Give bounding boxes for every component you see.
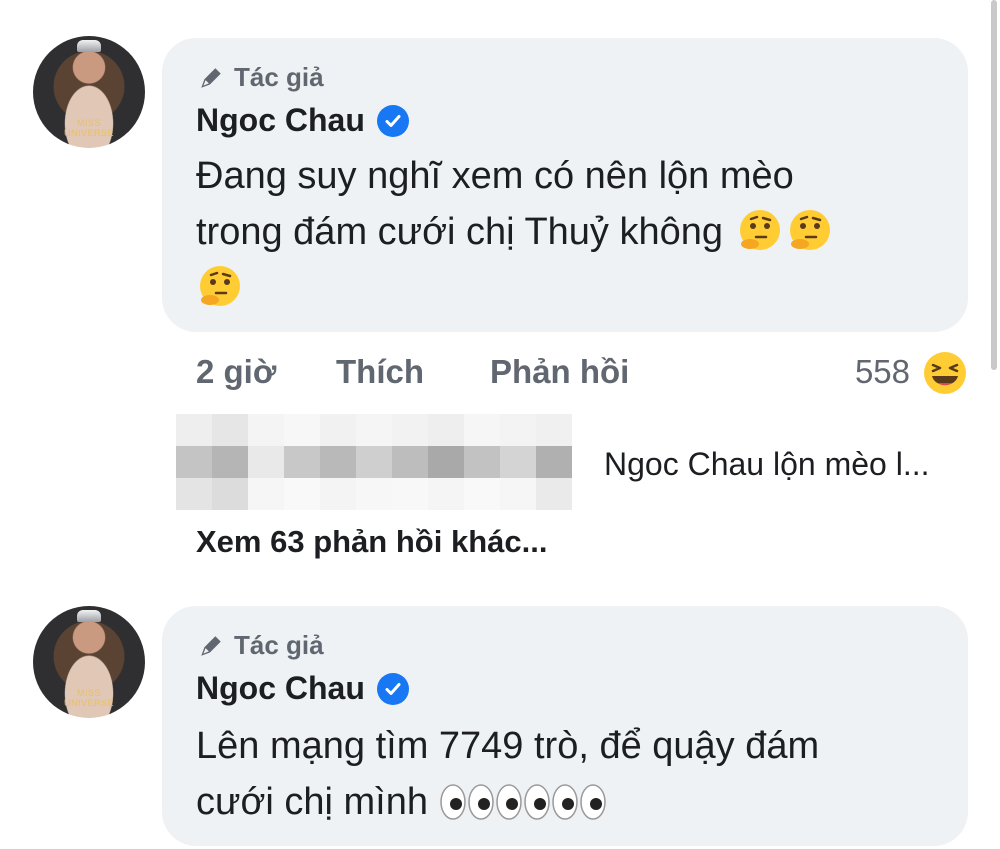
comment-actions: 2 giờ Thích Phản hồi 558 [196, 350, 968, 400]
comment-text-line [196, 260, 936, 316]
comment-text-line: cưới chị mình [196, 774, 936, 830]
comment-text-fragment: cưới chị mình [196, 781, 428, 823]
thinking-face-icon [789, 210, 830, 250]
reply-button[interactable]: Phản hồi [490, 353, 629, 391]
author-avatar[interactable]: MISS UNIVERSE [33, 606, 145, 718]
like-button[interactable]: Thích [336, 353, 424, 391]
pencil-icon [201, 67, 221, 88]
crown-icon [77, 40, 101, 52]
comment-bubble: Tác giả Ngoc Chau Đang suy nghĩ xem có n… [162, 38, 968, 332]
avatar-watermark: MISS UNIVERSE [63, 118, 114, 138]
reply-preview-text[interactable]: Ngoc Chau lộn mèo l... [604, 446, 930, 483]
comment-author[interactable]: Ngoc Chau [196, 670, 409, 707]
eyes-icon [495, 781, 551, 823]
author-badge: Tác giả [198, 630, 324, 661]
author-badge-label: Tác giả [234, 630, 324, 660]
scrollbar[interactable] [991, 0, 997, 370]
avatar-watermark: MISS UNIVERSE [63, 688, 114, 708]
comment-bubble: Tác giả Ngoc Chau Lên mạng tìm 7749 trò,… [162, 606, 968, 846]
blurred-reply-author [176, 414, 596, 510]
comment-text-line: trong đám cưới chị Thuỷ không [196, 204, 936, 260]
verified-badge-icon [376, 672, 409, 705]
author-avatar[interactable]: MISS UNIVERSE [33, 36, 145, 148]
haha-face-icon[interactable] [922, 350, 968, 396]
reaction-count[interactable]: 558 [855, 353, 910, 391]
comment-text: Đang suy nghĩ xem có nên lộn mèo trong đ… [196, 148, 936, 316]
author-badge-label: Tác giả [234, 62, 324, 92]
pencil-icon [201, 635, 221, 656]
thinking-face-icon [739, 210, 780, 250]
comment-text-line: Lên mạng tìm 7749 trò, để quậy đám [196, 725, 820, 767]
view-more-replies-link[interactable]: Xem 63 phản hồi khác... [196, 524, 547, 560]
eyes-icon [551, 781, 607, 823]
comment-author[interactable]: Ngoc Chau [196, 102, 409, 139]
crown-icon [77, 610, 101, 622]
comment-text-fragment: trong đám cưới chị Thuỷ không [196, 211, 724, 253]
author-name[interactable]: Ngoc Chau [196, 102, 365, 139]
author-badge: Tác giả [198, 62, 324, 93]
author-name[interactable]: Ngoc Chau [196, 670, 365, 707]
eyes-icon [439, 781, 495, 823]
comment-text-line: Đang suy nghĩ xem có nên lộn mèo [196, 155, 794, 197]
verified-badge-icon [376, 104, 409, 137]
comment-text: Lên mạng tìm 7749 trò, để quậy đám cưới … [196, 718, 936, 830]
comment-timestamp[interactable]: 2 giờ [196, 353, 276, 391]
thinking-face-icon [200, 266, 240, 306]
